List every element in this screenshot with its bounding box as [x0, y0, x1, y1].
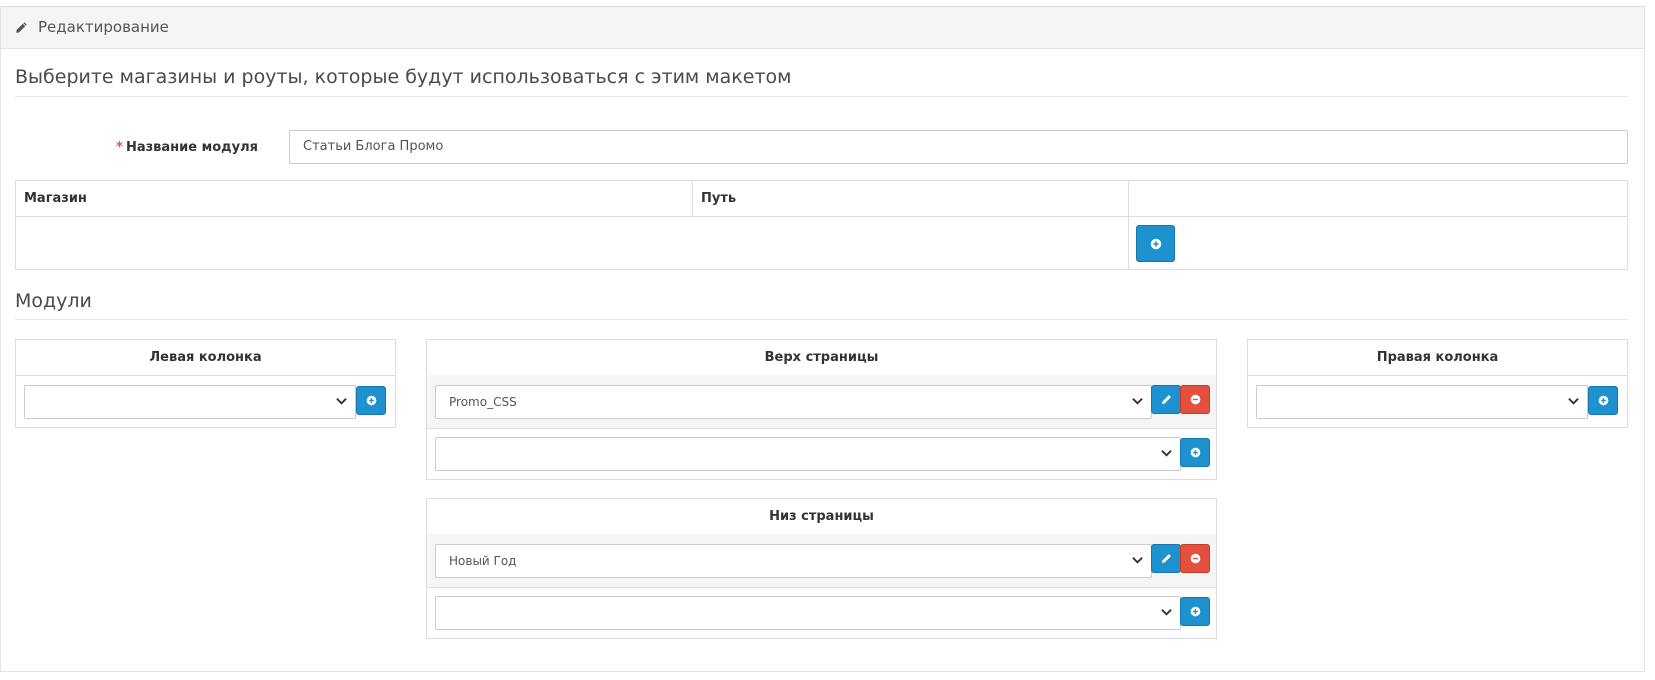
chevron-down-icon	[1161, 608, 1172, 616]
required-mark: *	[116, 140, 123, 155]
table-header-route: Путь	[692, 180, 1129, 217]
top-assigned-module-select[interactable]: Promo_CSS	[435, 385, 1152, 419]
position-right-column: Правая колонка	[1247, 339, 1628, 428]
plus-circle-icon	[1190, 606, 1201, 617]
bottom-module-select[interactable]	[435, 596, 1181, 630]
modules-legend: Модули	[15, 290, 1628, 320]
module-name-label: * Название модуля	[0, 140, 258, 155]
add-route-button[interactable]	[1136, 225, 1175, 262]
add-left-module-button[interactable]	[356, 386, 386, 415]
chevron-down-icon	[336, 397, 347, 405]
row-divider	[427, 428, 1216, 429]
pencil-icon	[1161, 394, 1172, 405]
chevron-down-icon	[1132, 397, 1143, 405]
table-cell-action	[1128, 216, 1628, 270]
panel-heading: Редактирование	[1, 7, 1644, 49]
plus-circle-icon	[366, 395, 377, 406]
modules-legend-text: Модули	[15, 290, 92, 312]
position-top-title: Верх страницы	[427, 340, 1216, 376]
position-content-bottom: Низ страницы Новый Год	[426, 498, 1217, 639]
table-row-empty	[15, 216, 1129, 270]
plus-circle-icon	[1598, 395, 1609, 406]
right-module-select[interactable]	[1256, 385, 1588, 419]
table-header-store: Магазин	[15, 180, 693, 217]
module-name-input[interactable]: Статьи Блога Промо	[289, 130, 1628, 164]
minus-circle-icon	[1190, 394, 1201, 405]
stores-legend-text: Выберите магазины и роуты, которые будут…	[15, 66, 792, 88]
routes-table: Магазин Путь	[15, 180, 1628, 270]
plus-circle-icon	[1150, 238, 1162, 250]
chevron-down-icon	[1568, 397, 1579, 405]
module-name-label-text: Название модуля	[125, 140, 258, 155]
add-top-module-button[interactable]	[1180, 438, 1210, 467]
minus-circle-icon	[1190, 553, 1201, 564]
plus-circle-icon	[1190, 447, 1201, 458]
position-bottom-title: Низ страницы	[427, 499, 1216, 535]
chevron-down-icon	[1132, 556, 1143, 564]
edit-bottom-module-button[interactable]	[1151, 544, 1181, 573]
table-header-action	[1128, 180, 1628, 217]
edit-top-module-button[interactable]	[1151, 385, 1181, 414]
bottom-assigned-module-select[interactable]: Новый Год	[435, 544, 1152, 578]
bottom-assigned-module-value: Новый Год	[449, 554, 517, 568]
position-left-title: Левая колонка	[16, 340, 395, 376]
position-right-title: Правая колонка	[1248, 340, 1627, 376]
position-left-column: Левая колонка	[15, 339, 396, 428]
position-content-top: Верх страницы Promo_CSS	[426, 339, 1217, 480]
panel-title: Редактирование	[38, 18, 169, 36]
stores-legend: Выберите магазины и роуты, которые будут…	[15, 66, 1628, 97]
left-module-select[interactable]	[24, 385, 356, 419]
chevron-down-icon	[1161, 449, 1172, 457]
top-assigned-module-value: Promo_CSS	[449, 395, 517, 409]
remove-bottom-module-button[interactable]	[1180, 544, 1210, 573]
pencil-icon	[1161, 553, 1172, 564]
top-module-select[interactable]	[435, 437, 1181, 471]
remove-top-module-button[interactable]	[1180, 385, 1210, 414]
add-right-module-button[interactable]	[1588, 386, 1618, 415]
pencil-icon	[15, 21, 28, 34]
row-divider	[427, 587, 1216, 588]
add-bottom-module-button[interactable]	[1180, 597, 1210, 626]
